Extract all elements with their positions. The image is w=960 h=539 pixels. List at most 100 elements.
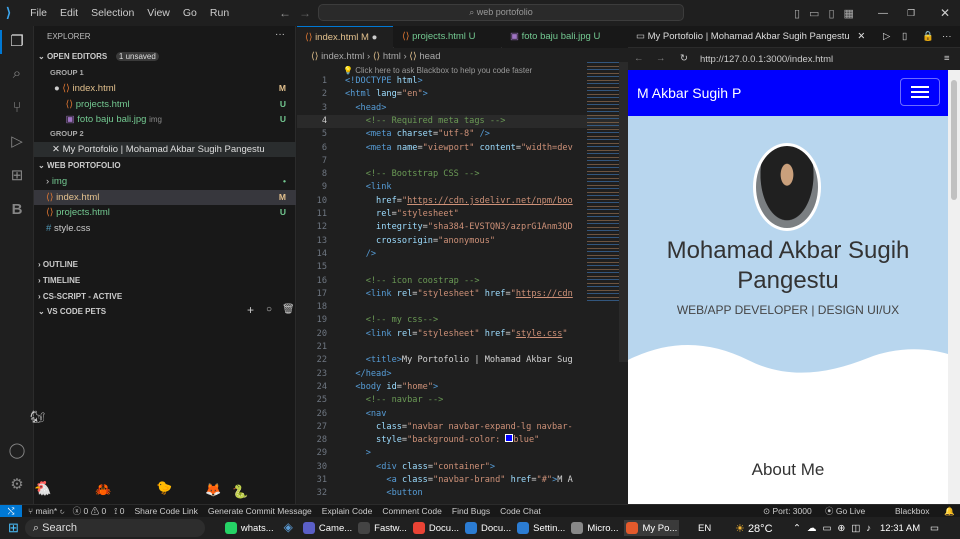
menu-edit[interactable]: Edit (60, 7, 78, 19)
section-cs-script-active[interactable]: › CS-SCRIPT - ACTIVE (34, 289, 296, 304)
code-line[interactable]: 4 <!-- Required meta tags --> (297, 114, 628, 129)
code-line[interactable]: 32 <button (297, 487, 628, 500)
status-comment-code[interactable]: Comment Code (382, 506, 442, 516)
remote-indicator[interactable]: ⤭ (0, 504, 22, 518)
settings-gear-icon[interactable]: ⚙ (7, 475, 27, 495)
code-line[interactable]: 29 > (297, 447, 628, 460)
extensions-icon[interactable]: ⊞ (7, 166, 27, 186)
minimap[interactable] (587, 62, 620, 302)
explorer-icon[interactable]: ❐ (7, 32, 27, 52)
code-line[interactable]: 30 <div class="container"> (297, 461, 628, 474)
windows-start-icon[interactable]: ⊞ (8, 520, 19, 536)
forward-icon[interactable]: → (656, 48, 666, 70)
code-line[interactable]: 23 </head> (297, 368, 628, 381)
code-line[interactable]: 13 crossorigin="anonymous" (297, 235, 628, 248)
more-icon[interactable]: ··· (942, 26, 952, 48)
taskbar-app[interactable]: My Po... (624, 520, 680, 536)
navbar-brand[interactable]: M Akbar Sugih P (637, 85, 741, 101)
tree-item[interactable]: # style.css (34, 221, 296, 236)
tree-item[interactable]: › img • (34, 174, 296, 189)
taskbar-app[interactable]: Settin... (517, 520, 565, 536)
code-line[interactable]: 7 (297, 155, 628, 168)
status-share-code-link[interactable]: Share Code Link (135, 506, 198, 516)
taskbar-app[interactable]: Fastw... (358, 520, 407, 536)
code-line[interactable]: 1 <!DOCTYPE html> (297, 75, 628, 88)
close-window-icon[interactable]: ✕ (940, 6, 950, 20)
taskbar-app[interactable]: Docu... (465, 520, 511, 536)
menu-run[interactable]: Run (210, 7, 229, 19)
navbar-toggler[interactable] (900, 78, 940, 106)
tree-item[interactable]: ⟨⟩ projects.html U (34, 205, 296, 220)
taskbar-search[interactable]: ⌕ Search (24, 519, 205, 537)
notification-center-icon[interactable]: ▭ (930, 523, 939, 534)
web-portofolio-header[interactable]: ⌄ WEB PORTOFOLIO (34, 158, 296, 173)
search-icon[interactable]: ⌕ (7, 64, 27, 84)
code-line[interactable]: 16 <!-- icon coostrap --> (297, 275, 628, 288)
branch-status[interactable]: ⑂ main* ↻ (28, 506, 65, 516)
blackbox-status[interactable]: Blackbox (895, 506, 930, 516)
section-timeline[interactable]: › TIMELINE (34, 273, 296, 288)
code-line[interactable]: 19 <!-- my css--> (297, 314, 628, 327)
menu-view[interactable]: View (147, 7, 170, 19)
run-debug-icon[interactable]: ▷ (7, 132, 27, 152)
code-line[interactable]: 15 (297, 261, 628, 274)
open-editor-item[interactable]: ⟨⟩ projects.html U (34, 97, 296, 112)
code-line[interactable]: 17 <link rel="stylesheet" href="https://… (297, 288, 628, 301)
editor-tab-projects-html[interactable]: ⟨⟩ projects.html U (394, 26, 501, 48)
status-explain-code[interactable]: Explain Code (322, 506, 373, 516)
ports-status[interactable]: ⟟ 0 (114, 506, 124, 517)
tray-icons[interactable]: ⌃☁▭⊕◫♪ (793, 523, 877, 534)
section-vs-code-pets[interactable]: ⌄ VS CODE PETS (34, 304, 296, 319)
source-control-icon[interactable]: ⑂ (7, 98, 27, 118)
forward-arrow-icon[interactable]: → (299, 6, 311, 20)
editor-scrollbar[interactable] (619, 62, 628, 362)
code-line[interactable]: 27 class="navbar navbar-expand-lg navbar… (297, 421, 628, 434)
status-find-bugs[interactable]: Find Bugs (452, 506, 490, 516)
clock[interactable]: 12:31 AM (880, 523, 920, 534)
account-icon[interactable]: ◯ (7, 441, 27, 461)
page-scrollbar[interactable] (948, 70, 960, 504)
back-arrow-icon[interactable]: ← (279, 6, 291, 20)
taskbar-app[interactable]: whats... (224, 520, 274, 536)
menu-icon[interactable]: ≡ (944, 48, 950, 70)
back-icon[interactable]: ← (634, 48, 644, 70)
code-line[interactable]: 3 <head> (297, 102, 628, 115)
edge-icon[interactable]: ◈ (284, 520, 293, 536)
close-icon[interactable]: ✕ (52, 144, 60, 155)
close-tab-icon[interactable]: ✕ (857, 31, 865, 42)
code-line[interactable]: 26 <nav (297, 408, 628, 421)
layout-icons[interactable]: ▯▭▯▦ (794, 7, 863, 20)
problems-status[interactable]: ⓧ 0 ⚠ 0 (73, 505, 107, 517)
code-line[interactable]: 5 <meta charset="utf-8" /> (297, 128, 628, 141)
weather-widget[interactable]: ☀ 28°C (735, 522, 773, 535)
maximize-icon[interactable]: ❐ (907, 8, 915, 19)
more-actions-icon[interactable]: ··· (275, 29, 285, 40)
notifications-icon[interactable]: 🔔 (944, 506, 955, 517)
blackbox-hint[interactable]: 💡 Click here to ask Blackbox to help you… (343, 66, 532, 75)
code-line[interactable]: 21 (297, 341, 628, 354)
add-pet-icon[interactable]: + (247, 303, 254, 317)
tree-item[interactable]: ⟨⟩ index.html M (34, 189, 296, 205)
code-line[interactable]: 31 <a class="navbar-brand" href="#">M A (297, 474, 628, 487)
editor-tab-index-html[interactable]: ⟨⟩ index.html M ● (297, 26, 393, 48)
reload-icon[interactable]: ↻ (680, 48, 688, 70)
open-editor-item[interactable]: ● ⟨⟩ index.html M (34, 81, 296, 96)
code-line[interactable]: 25 <!-- navbar --> (297, 394, 628, 407)
go-live-button[interactable]: ⦿ Go Live (825, 505, 865, 517)
menu-selection[interactable]: Selection (91, 7, 134, 19)
open-editor-browser-tab[interactable]: ✕ My Portofolio | Mohamad Akbar Sugih Pa… (34, 142, 296, 157)
taskbar-app[interactable]: Came... (302, 520, 352, 536)
code-line[interactable]: 22 <title>My Portofolio | Mohamad Akbar … (297, 354, 628, 367)
code-line[interactable]: 8 <!-- Bootstrap CSS --> (297, 168, 628, 181)
menu-file[interactable]: File (30, 7, 47, 19)
ball-icon[interactable]: ○ (266, 304, 272, 315)
browser-tab[interactable]: ▭ My Portofolio | Mohamad Akbar Sugih Pa… (628, 26, 960, 48)
open-editor-item[interactable]: ▣ foto baju bali.jpg img U (34, 112, 296, 127)
taskbar-app[interactable]: Docu... (412, 520, 459, 536)
code-line[interactable]: 12 integrity="sha384-EVSTQN3/azprG1Anm3Q… (297, 221, 628, 234)
blackbox-icon[interactable]: B (7, 200, 27, 220)
split-editor-icon[interactable]: ▯ (902, 26, 907, 48)
url-input[interactable] (694, 51, 934, 67)
run-icon[interactable]: ▷ (883, 26, 890, 48)
editor-tab-foto-baju-bali-jpg[interactable]: ▣ foto baju bali.jpg U (502, 26, 628, 48)
